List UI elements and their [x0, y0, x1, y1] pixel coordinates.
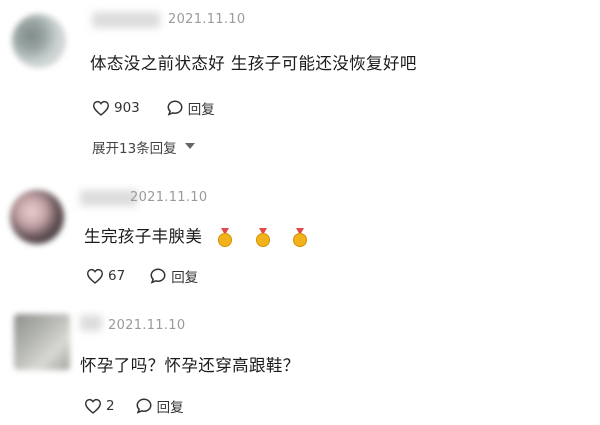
reply-button[interactable]: 回复 — [166, 98, 215, 118]
medal-icon — [217, 227, 232, 247]
username-blurred[interactable] — [92, 12, 160, 28]
like-button[interactable]: 2 — [84, 398, 115, 414]
medal-icon — [293, 227, 308, 247]
avatar[interactable] — [14, 314, 70, 370]
comment-text: 体态没之前状态好 生孩子可能还没恢复好吧 — [90, 54, 417, 73]
comment-text: 生完孩子丰腴美 — [84, 223, 309, 248]
reply-button[interactable]: 回复 — [135, 396, 184, 416]
reply-label: 回复 — [171, 270, 199, 286]
heart-icon — [92, 100, 110, 116]
heart-icon — [86, 268, 104, 284]
comment-actions: 903 回复 — [92, 98, 215, 118]
reply-label: 回复 — [156, 400, 184, 416]
like-count: 903 — [114, 100, 140, 116]
comment-bubble-icon — [167, 100, 183, 116]
comment-bubble-icon — [136, 398, 152, 414]
expand-replies-button[interactable]: 展开13条回复 — [92, 137, 195, 157]
caret-down-icon — [184, 143, 195, 149]
comment-date: 2021.11.10 — [108, 318, 186, 333]
heart-icon — [84, 398, 102, 414]
comment-date: 2021.11.10 — [130, 190, 208, 205]
reply-button[interactable]: 回复 — [149, 266, 198, 286]
expand-replies-label: 展开13条回复 — [92, 141, 177, 157]
comment-date: 2021.11.10 — [168, 12, 246, 27]
comment-bubble-icon — [150, 268, 166, 284]
username-blurred[interactable] — [80, 315, 102, 331]
comment-text: 怀孕了吗？怀孕还穿高跟鞋？ — [80, 356, 300, 375]
reply-label: 回复 — [187, 102, 215, 118]
avatar[interactable] — [10, 190, 64, 244]
like-count: 67 — [108, 268, 126, 284]
like-button[interactable]: 67 — [86, 268, 125, 284]
comment-text-content: 生完孩子丰腴美 — [84, 227, 203, 246]
comment-actions: 2 回复 — [84, 396, 184, 416]
medal-icon — [255, 227, 270, 247]
like-button[interactable]: 903 — [92, 100, 140, 116]
comment-actions: 67 回复 — [86, 266, 198, 286]
like-count: 2 — [106, 398, 115, 414]
avatar[interactable] — [12, 14, 66, 68]
